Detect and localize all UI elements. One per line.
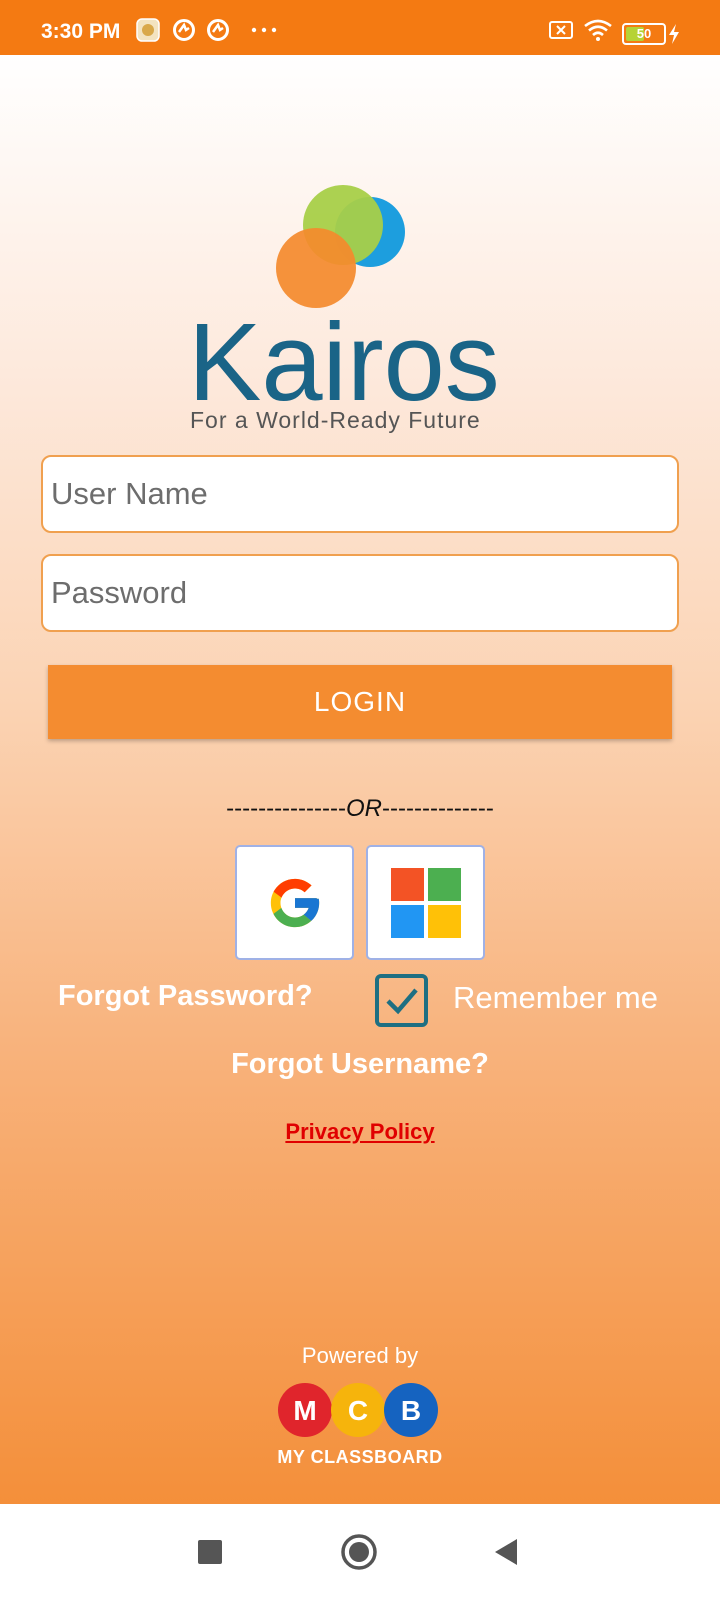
username-input[interactable] (41, 455, 679, 533)
mcb-letter-b: B (401, 1395, 421, 1426)
mcb-letter-c: C (348, 1395, 368, 1426)
kairos-logo: Kairos For a World-Ready Future (188, 120, 538, 450)
password-input[interactable] (41, 554, 679, 632)
back-icon[interactable] (484, 1530, 528, 1574)
microsoft-signin-button[interactable] (366, 845, 485, 960)
system-nav-bar (0, 1504, 720, 1600)
charging-icon (667, 22, 681, 46)
or-dashes-left: --------------- (226, 795, 346, 822)
status-time: 3:30 PM (41, 20, 121, 43)
mcb-name: MY CLASSBOARD (277, 1447, 443, 1467)
sync-icon (206, 18, 230, 42)
login-button[interactable]: LOGIN (48, 665, 672, 739)
home-icon[interactable] (337, 1530, 381, 1574)
login-screen: Kairos For a World-Ready Future LOGIN --… (0, 55, 720, 1504)
checkmark-icon (385, 988, 418, 1014)
brand-name: Kairos (188, 301, 500, 424)
privacy-policy-link[interactable]: Privacy Policy (0, 1119, 720, 1145)
remember-me-label: Remember me (453, 980, 658, 1015)
forgot-username-link[interactable]: Forgot Username? (0, 1048, 720, 1081)
microsoft-icon (390, 867, 461, 938)
status-bar: 3:30 PM 50 (0, 0, 720, 55)
more-dots-icon (250, 18, 278, 42)
or-dashes-right: -------------- (382, 795, 494, 822)
recents-icon[interactable] (188, 1530, 232, 1574)
wifi-icon (583, 18, 613, 42)
sync-icon (172, 18, 196, 42)
remember-me-checkbox[interactable] (375, 974, 428, 1027)
mcb-letter-m: M (293, 1395, 316, 1426)
or-divider: ---------------OR-------------- (0, 795, 720, 823)
notification-app-icon (136, 18, 160, 42)
forgot-password-link[interactable]: Forgot Password? (58, 980, 313, 1013)
powered-by-text: Powered by (301, 1343, 419, 1368)
tagline: For a World-Ready Future (190, 407, 481, 433)
google-signin-button[interactable] (235, 845, 354, 960)
mcb-logo: M C B (278, 1383, 438, 1437)
battery-level-text: 50 (636, 26, 652, 41)
battery-icon: 50 (622, 23, 666, 45)
google-icon (270, 878, 319, 927)
no-sim-icon (548, 18, 574, 42)
or-label: OR (346, 795, 382, 822)
